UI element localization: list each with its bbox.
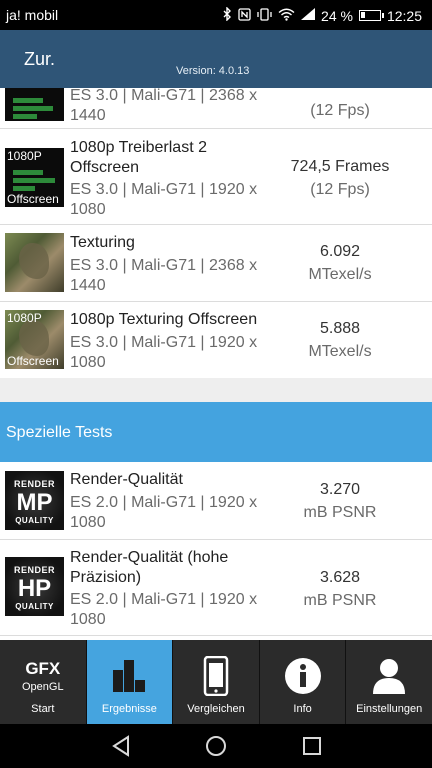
- back-triangle-icon[interactable]: [110, 734, 132, 763]
- gfx-logo-title: GFX: [25, 659, 61, 678]
- results-list[interactable]: ES 3.0 | Mali-G71 | 2368 x 1440 (12 Fps)…: [0, 88, 432, 640]
- benchmark-thumbnail: 1080P Offscreen: [5, 148, 64, 207]
- result-row[interactable]: RENDER MP QUALITY Render-Qualität ES 2.0…: [0, 462, 432, 540]
- test-name: Render-Qualität (hohe Präzision): [70, 549, 229, 586]
- test-details: ES 3.0 | Mali-G71 | 2368 x 1440: [70, 88, 258, 124]
- version-label: Version: 4.0.13: [176, 65, 250, 77]
- badge-top-text: RENDER: [13, 479, 55, 489]
- result-value: 5.888: [319, 320, 361, 337]
- thumbnail-bar: [13, 186, 35, 191]
- bar-chart-icon: [109, 656, 149, 701]
- thumbnail-bar: [13, 170, 43, 175]
- bottom-tab-bar: GFX OpenGL Start Ergebnisse Vergleichen …: [0, 640, 432, 724]
- result-row[interactable]: 1080P Offscreen 1080p Treiberlast 2 Offs…: [0, 130, 432, 225]
- carrier-label: ja! mobil: [6, 7, 59, 23]
- thumbnail-bar: [13, 98, 43, 103]
- nfc-icon: [238, 7, 251, 24]
- user-icon: [369, 656, 409, 701]
- render-quality-thumbnail: RENDER MP QUALITY: [5, 471, 64, 530]
- tab-vergleichen[interactable]: Vergleichen: [173, 640, 260, 724]
- section-header: Spezielle Tests: [0, 402, 432, 462]
- gfx-logo-subtitle: OpenGL: [22, 681, 64, 693]
- result-unit: MTexel/s: [308, 343, 372, 360]
- screen: ja! mobil 24 % 12:25 Zur. Version: 4.0.1…: [0, 0, 432, 768]
- result-value: 3.628: [319, 569, 361, 586]
- wifi-icon: [278, 8, 295, 24]
- badge-bottom-text: QUALITY: [15, 602, 54, 611]
- tab-label: Ergebnisse: [101, 703, 157, 715]
- thumbnail-badge-top: 1080P: [7, 149, 42, 163]
- vibrate-icon: [257, 7, 272, 24]
- tab-ergebnisse[interactable]: Ergebnisse: [86, 640, 174, 724]
- thumbnail-figure: [19, 243, 49, 279]
- benchmark-thumbnail: [5, 233, 64, 292]
- result-row[interactable]: 1080P Offscreen 1080p Texturing Offscree…: [0, 302, 432, 378]
- result-unit: (12 Fps): [310, 181, 370, 198]
- test-details: ES 3.0 | Mali-G71 | 2368 x 1440: [70, 257, 258, 294]
- result-row[interactable]: Texturing ES 3.0 | Mali-G71 | 2368 x 144…: [0, 225, 432, 302]
- thumbnail-bar: [13, 178, 55, 183]
- benchmark-thumbnail: 1080P Offscreen: [5, 310, 64, 369]
- benchmark-thumbnail: [5, 88, 64, 121]
- thumbnail-badge-bottom: Offscreen: [7, 354, 59, 368]
- phone-icon: [203, 655, 229, 701]
- thumbnail-figure: [19, 320, 49, 356]
- app-header: Zur. Version: 4.0.13: [0, 30, 432, 88]
- test-details: ES 2.0 | Mali-G71 | 1920 x 1080: [70, 591, 258, 628]
- result-value: 724,5 Frames: [290, 158, 390, 175]
- clock: 12:25: [386, 7, 422, 24]
- signal-icon: [301, 8, 316, 23]
- tab-start[interactable]: GFX OpenGL Start: [0, 640, 87, 724]
- thumbnail-badge-top: 1080P: [7, 311, 42, 325]
- result-unit: mB PSNR: [303, 592, 377, 609]
- badge-bottom-text: QUALITY: [15, 516, 54, 525]
- test-name: 1080p Treiberlast 2 Offscreen: [70, 139, 207, 176]
- tab-label: Start: [31, 703, 55, 715]
- system-nav-bar: [0, 724, 432, 768]
- tab-label: Vergleichen: [187, 703, 245, 715]
- test-details: ES 2.0 | Mali-G71 | 1920 x 1080: [70, 494, 258, 531]
- result-unit: mB PSNR: [303, 504, 377, 521]
- result-value: 3.270: [319, 481, 361, 498]
- battery-icon: [358, 10, 384, 21]
- gfx-logo: GFX OpenGL: [22, 660, 64, 696]
- test-name: Texturing: [70, 234, 135, 251]
- result-value: 6.092: [319, 243, 361, 260]
- result-row[interactable]: ES 3.0 | Mali-G71 | 2368 x 1440 (12 Fps): [0, 88, 432, 129]
- section-spacer: [0, 378, 432, 402]
- test-name: 1080p Texturing Offscreen: [70, 311, 258, 328]
- thumbnail-bar: [13, 106, 53, 111]
- bluetooth-icon: [223, 6, 232, 24]
- tab-info[interactable]: Info: [260, 640, 347, 724]
- status-icons: 24 % 12:25: [223, 6, 422, 24]
- result-unit: MTexel/s: [308, 266, 372, 283]
- tab-label: Einstellungen: [356, 703, 423, 715]
- badge-top-text: RENDER: [13, 565, 55, 575]
- result-row[interactable]: RENDER HP QUALITY Render-Qualität (hohe …: [0, 540, 432, 636]
- render-quality-thumbnail: RENDER HP QUALITY: [5, 557, 64, 616]
- thumbnail-badge-bottom: Offscreen: [7, 192, 59, 206]
- badge-main-text: HP: [17, 575, 52, 602]
- result-unit: (12 Fps): [310, 102, 370, 119]
- battery-percent: 24 %: [321, 7, 353, 24]
- test-name: Render-Qualität: [70, 471, 183, 488]
- badge-main-text: MP: [16, 489, 53, 516]
- test-details: ES 3.0 | Mali-G71 | 1920 x 1080: [70, 334, 258, 371]
- thumbnail-bar: [13, 114, 37, 119]
- info-icon: [283, 656, 323, 701]
- back-button[interactable]: Zur.: [24, 49, 55, 70]
- tab-einstellungen[interactable]: Einstellungen: [346, 640, 432, 724]
- recents-square-icon[interactable]: [300, 734, 324, 763]
- battery-level-fill: [360, 12, 365, 18]
- test-details: ES 3.0 | Mali-G71 | 1920 x 1080: [70, 181, 258, 218]
- section-title: Spezielle Tests: [6, 424, 113, 441]
- home-circle-icon[interactable]: [204, 734, 228, 763]
- tab-label: Info: [293, 703, 312, 715]
- status-bar: ja! mobil 24 % 12:25: [0, 0, 432, 30]
